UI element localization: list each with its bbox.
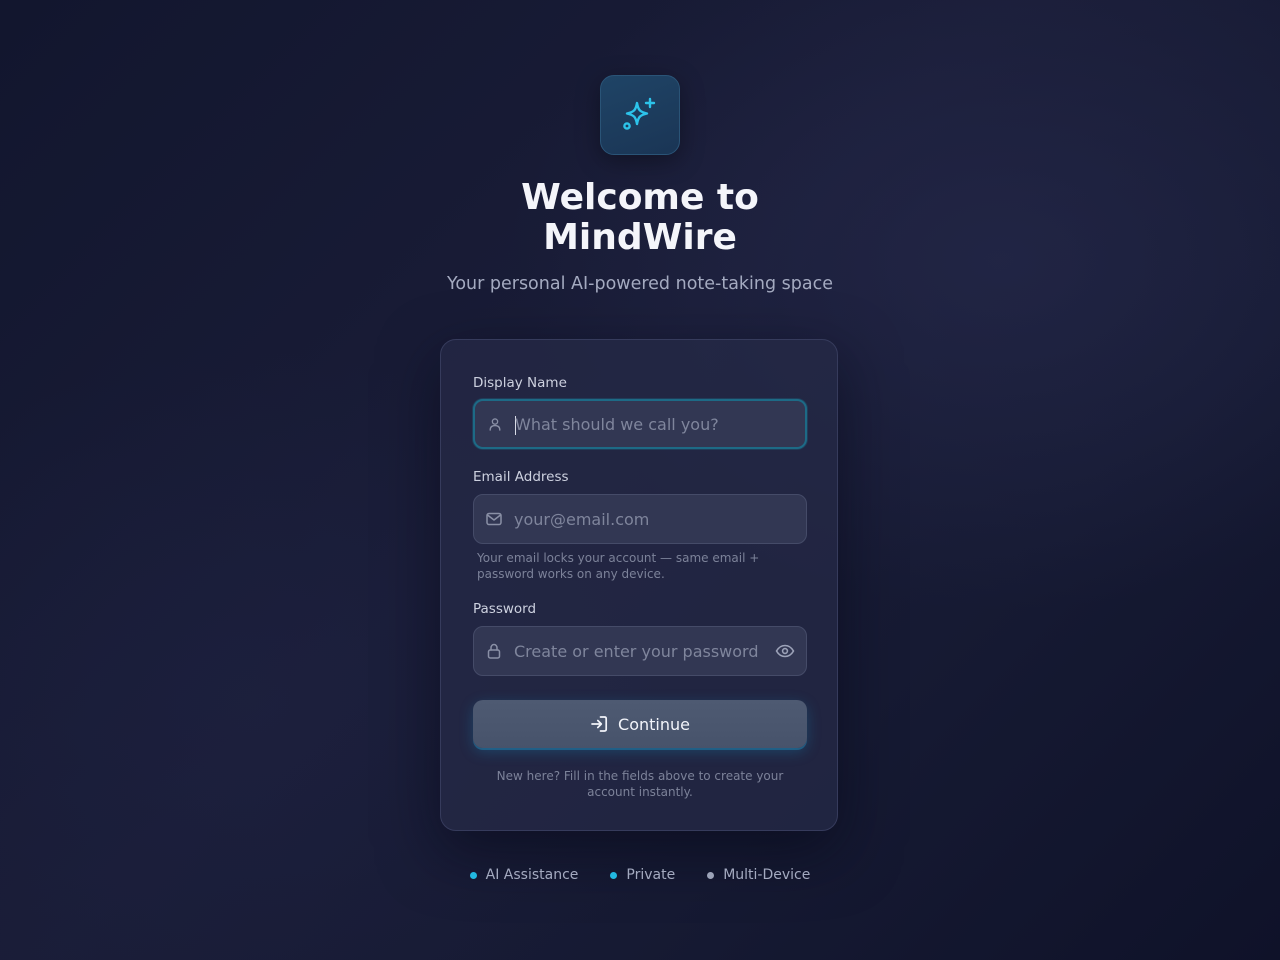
signup-footnote: New here? Fill in the fields above to cr…	[496, 769, 784, 799]
feature-list: AI Assistance Private Multi-Device	[440, 864, 840, 886]
display-name-field[interactable]	[473, 399, 807, 449]
continue-button-label: Continue	[618, 714, 690, 734]
password-input[interactable]	[514, 627, 794, 675]
page-subtitle: Your personal AI-powered note-taking spa…	[446, 274, 834, 294]
lock-icon	[486, 643, 502, 659]
user-icon	[487, 416, 503, 432]
status-dot	[610, 871, 618, 879]
password-field[interactable]	[473, 626, 807, 676]
status-dot	[707, 871, 715, 879]
page-title: Welcome to MindWire	[521, 177, 759, 258]
feature-label: AI Assistance	[485, 867, 579, 883]
display-name-input[interactable]	[515, 401, 795, 447]
mail-icon	[486, 511, 502, 527]
email-hint: Your email locks your account — same ema…	[477, 551, 760, 581]
continue-button[interactable]: Continue	[473, 700, 807, 748]
app-logo	[600, 75, 680, 155]
feature-item: Multi-Device	[707, 867, 810, 883]
feature-label: Private	[626, 867, 676, 883]
toggle-password-visibility-button[interactable]	[774, 640, 796, 662]
feature-item: AI Assistance	[469, 867, 579, 883]
login-page: Welcome to MindWire Your personal AI-pow…	[0, 0, 1280, 960]
display-name-label: Display Name	[473, 375, 567, 391]
email-label: Email Address	[473, 469, 569, 485]
email-input[interactable]	[514, 495, 794, 543]
password-label: Password	[473, 601, 537, 617]
login-card: Display Name Email Address Your email	[440, 339, 838, 831]
feature-item: Private	[610, 867, 675, 883]
log-in-icon	[591, 716, 608, 732]
status-dot	[469, 871, 477, 879]
eye-icon	[775, 644, 795, 658]
feature-label: Multi-Device	[723, 867, 811, 883]
sparkles-icon	[623, 97, 656, 130]
email-field[interactable]	[473, 494, 807, 544]
